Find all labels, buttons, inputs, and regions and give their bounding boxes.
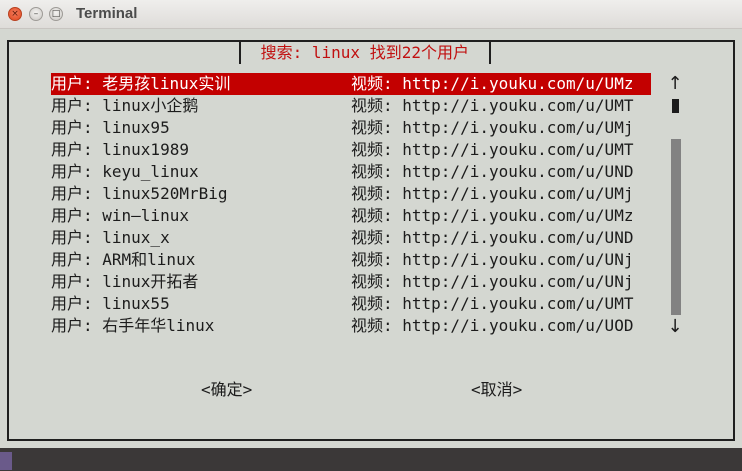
list-item[interactable]: 用户: linux95 视频: http://i.youku.com/u/UMj xyxy=(51,117,651,139)
scroll-down-arrow-icon[interactable]: ↓ xyxy=(666,316,684,338)
list-item[interactable]: 用户: 老男孩linux实训 视频: http://i.youku.com/u/U… xyxy=(51,73,651,95)
window-title: Terminal xyxy=(76,5,138,22)
scroll-track[interactable] xyxy=(671,139,681,315)
list-item[interactable]: 用户: win—linux 视频: http://i.youku.com/u/UM… xyxy=(51,205,651,227)
terminal-area: 搜索: linux 找到22个用户 用户: 老男孩linux实训视频: http… xyxy=(0,29,742,447)
bottom-panel xyxy=(0,447,742,471)
minimize-button[interactable]: – xyxy=(29,7,43,21)
maximize-icon: □ xyxy=(51,9,61,19)
video-url: 视频: http://i.youku.com/u/UND xyxy=(351,162,634,181)
scroll-up-arrow-icon[interactable]: ↑ xyxy=(666,73,684,95)
video-url: 视频: http://i.youku.com/u/UMj xyxy=(351,118,634,137)
window-titlebar: × – □ Terminal xyxy=(0,0,742,29)
user-name: 用户: linux95 xyxy=(51,118,170,137)
user-name: 用户: 老男孩linux实训 xyxy=(51,74,231,93)
user-name: 用户: linux开拓者 xyxy=(51,272,199,291)
user-name: 用户: linux1989 xyxy=(51,140,189,159)
list-item[interactable]: 用户: linux开拓者 视频: http://i.youku.com/u/UNj xyxy=(51,271,651,293)
user-name: 用户: linux520MrBig xyxy=(51,184,228,203)
user-name: 用户: keyu_linux xyxy=(51,162,199,181)
list-item[interactable]: 用户: 右手年华linux 视频: http://i.youku.com/u/UO… xyxy=(51,315,651,337)
ok-button[interactable]: <确定> xyxy=(201,379,252,401)
maximize-button[interactable]: □ xyxy=(49,7,63,21)
scrollbar[interactable]: ↑ ↓ xyxy=(666,73,684,337)
user-name: 用户: 右手年华linux xyxy=(51,316,215,335)
video-url: 视频: http://i.youku.com/u/UMT xyxy=(351,140,634,159)
user-name: 用户: linux小企鹅 xyxy=(51,96,199,115)
list-item[interactable]: 用户: linux1989 视频: http://i.youku.com/u/UM… xyxy=(51,139,651,161)
video-url: 视频: http://i.youku.com/u/UMT xyxy=(351,96,634,115)
video-url: 视频: http://i.youku.com/u/UNj xyxy=(351,272,634,291)
list-item[interactable]: 用户: keyu_linux 视频: http://i.youku.com/u/U… xyxy=(51,161,651,183)
video-url: 视频: http://i.youku.com/u/UMT xyxy=(351,294,634,313)
panel-accent xyxy=(0,452,12,470)
user-name: 用户: ARM和linux xyxy=(51,250,196,269)
user-name: 用户: win—linux xyxy=(51,206,189,225)
list-item[interactable]: 用户: linux55 视频: http://i.youku.com/u/UMT xyxy=(51,293,651,315)
video-url: 视频: http://i.youku.com/u/UMj xyxy=(351,184,634,203)
close-button[interactable]: × xyxy=(8,7,22,21)
scroll-thumb[interactable] xyxy=(672,99,679,113)
minimize-icon: – xyxy=(33,9,39,19)
list-item[interactable]: 用户: linux520MrBig 视频: http://i.youku.com/… xyxy=(51,183,651,205)
dialog-title: 搜索: linux 找到22个用户 xyxy=(239,42,491,64)
cancel-button[interactable]: <取消> xyxy=(471,379,522,401)
list-item[interactable]: 用户: linux_x 视频: http://i.youku.com/u/UND xyxy=(51,227,651,249)
video-url: 视频: http://i.youku.com/u/UOD xyxy=(351,316,634,335)
video-url: 视频: http://i.youku.com/u/UMz xyxy=(351,206,634,225)
list-item[interactable]: 用户: linux小企鹅 视频: http://i.youku.com/u/UMT xyxy=(51,95,651,117)
video-url: 视频: http://i.youku.com/u/UMz xyxy=(351,74,634,93)
user-name: 用户: linux55 xyxy=(51,294,170,313)
close-icon: × xyxy=(11,9,19,19)
list-item[interactable]: 用户: ARM和linux 视频: http://i.youku.com/u/UN… xyxy=(51,249,651,271)
user-list: 用户: 老男孩linux实训视频: http://i.youku.com/u/U… xyxy=(51,73,651,337)
video-url: 视频: http://i.youku.com/u/UND xyxy=(351,228,634,247)
user-name: 用户: linux_x xyxy=(51,228,170,247)
video-url: 视频: http://i.youku.com/u/UNj xyxy=(351,250,634,269)
